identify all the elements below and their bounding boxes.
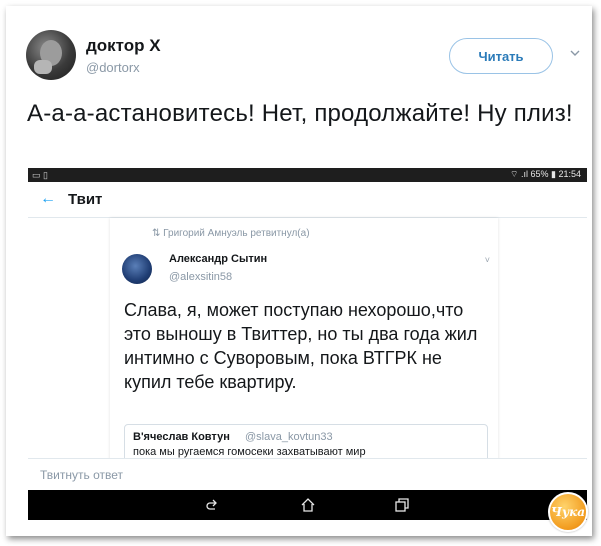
author-handle[interactable]: @dortorx <box>86 60 140 75</box>
back-nav-icon[interactable] <box>204 497 220 513</box>
tweet-text: А-а-а-астановитесь! Нет, продолжайте! Ну… <box>27 100 573 127</box>
embedded-screenshot: ▭ ▯ ⌔ .ıl 65% ▮ 21:54 ← Твит ⇅ Григорий … <box>28 168 587 520</box>
badge-text: Чука <box>550 505 586 519</box>
embedded-tweet: ⇅ Григорий Амнуэль ретвитнул(а) Александ… <box>110 218 498 464</box>
embedded-author-handle[interactable]: @alexsitin58 <box>169 271 232 283</box>
tweet-detail-area: ⇅ Григорий Амнуэль ретвитнул(а) Александ… <box>28 218 587 464</box>
author-name[interactable]: доктор Х <box>86 36 161 56</box>
status-right-info: ⌔ .ıl 65% ▮ 21:54 <box>510 169 581 179</box>
avatar-hand <box>34 60 52 74</box>
quoted-author-name: В'ячеслав Ковтун <box>133 431 230 443</box>
embedded-author-name[interactable]: Александр Сытин <box>169 253 267 265</box>
reply-input-placeholder[interactable]: Твитнуть ответ <box>40 468 123 482</box>
home-nav-icon[interactable] <box>300 497 316 513</box>
chevron-down-icon[interactable] <box>570 48 580 58</box>
site-logo-badge: Чука <box>548 492 588 532</box>
app-bar-title: Твит <box>68 191 103 208</box>
status-left-icons: ▭ ▯ <box>32 170 48 180</box>
recent-apps-icon[interactable] <box>394 497 410 513</box>
tweet-card: доктор Х @dortorx Читать А-а-а-астановит… <box>6 6 592 536</box>
embedded-chevron-icon[interactable]: ˅ <box>485 255 490 265</box>
author-avatar[interactable] <box>26 30 76 80</box>
phone-status-bar: ▭ ▯ ⌔ .ıl 65% ▮ 21:54 <box>28 168 587 182</box>
quoted-tweet-text: пока мы ругаемся гомосеки захватывают ми… <box>133 446 366 458</box>
embedded-tweet-text: Слава, я, может поступаю нехорошо,что эт… <box>124 300 478 392</box>
reply-bar[interactable]: Твитнуть ответ <box>28 458 587 490</box>
retweet-line[interactable]: ⇅ Григорий Амнуэль ретвитнул(а) <box>152 228 310 239</box>
embedded-author-avatar[interactable] <box>122 254 152 284</box>
back-arrow-icon[interactable]: ← <box>40 190 56 208</box>
app-bar: ← Твит <box>28 182 587 218</box>
follow-button[interactable]: Читать <box>449 38 553 74</box>
quoted-author-handle: @slava_kovtun33 <box>245 431 333 443</box>
android-nav-bar <box>28 490 587 520</box>
